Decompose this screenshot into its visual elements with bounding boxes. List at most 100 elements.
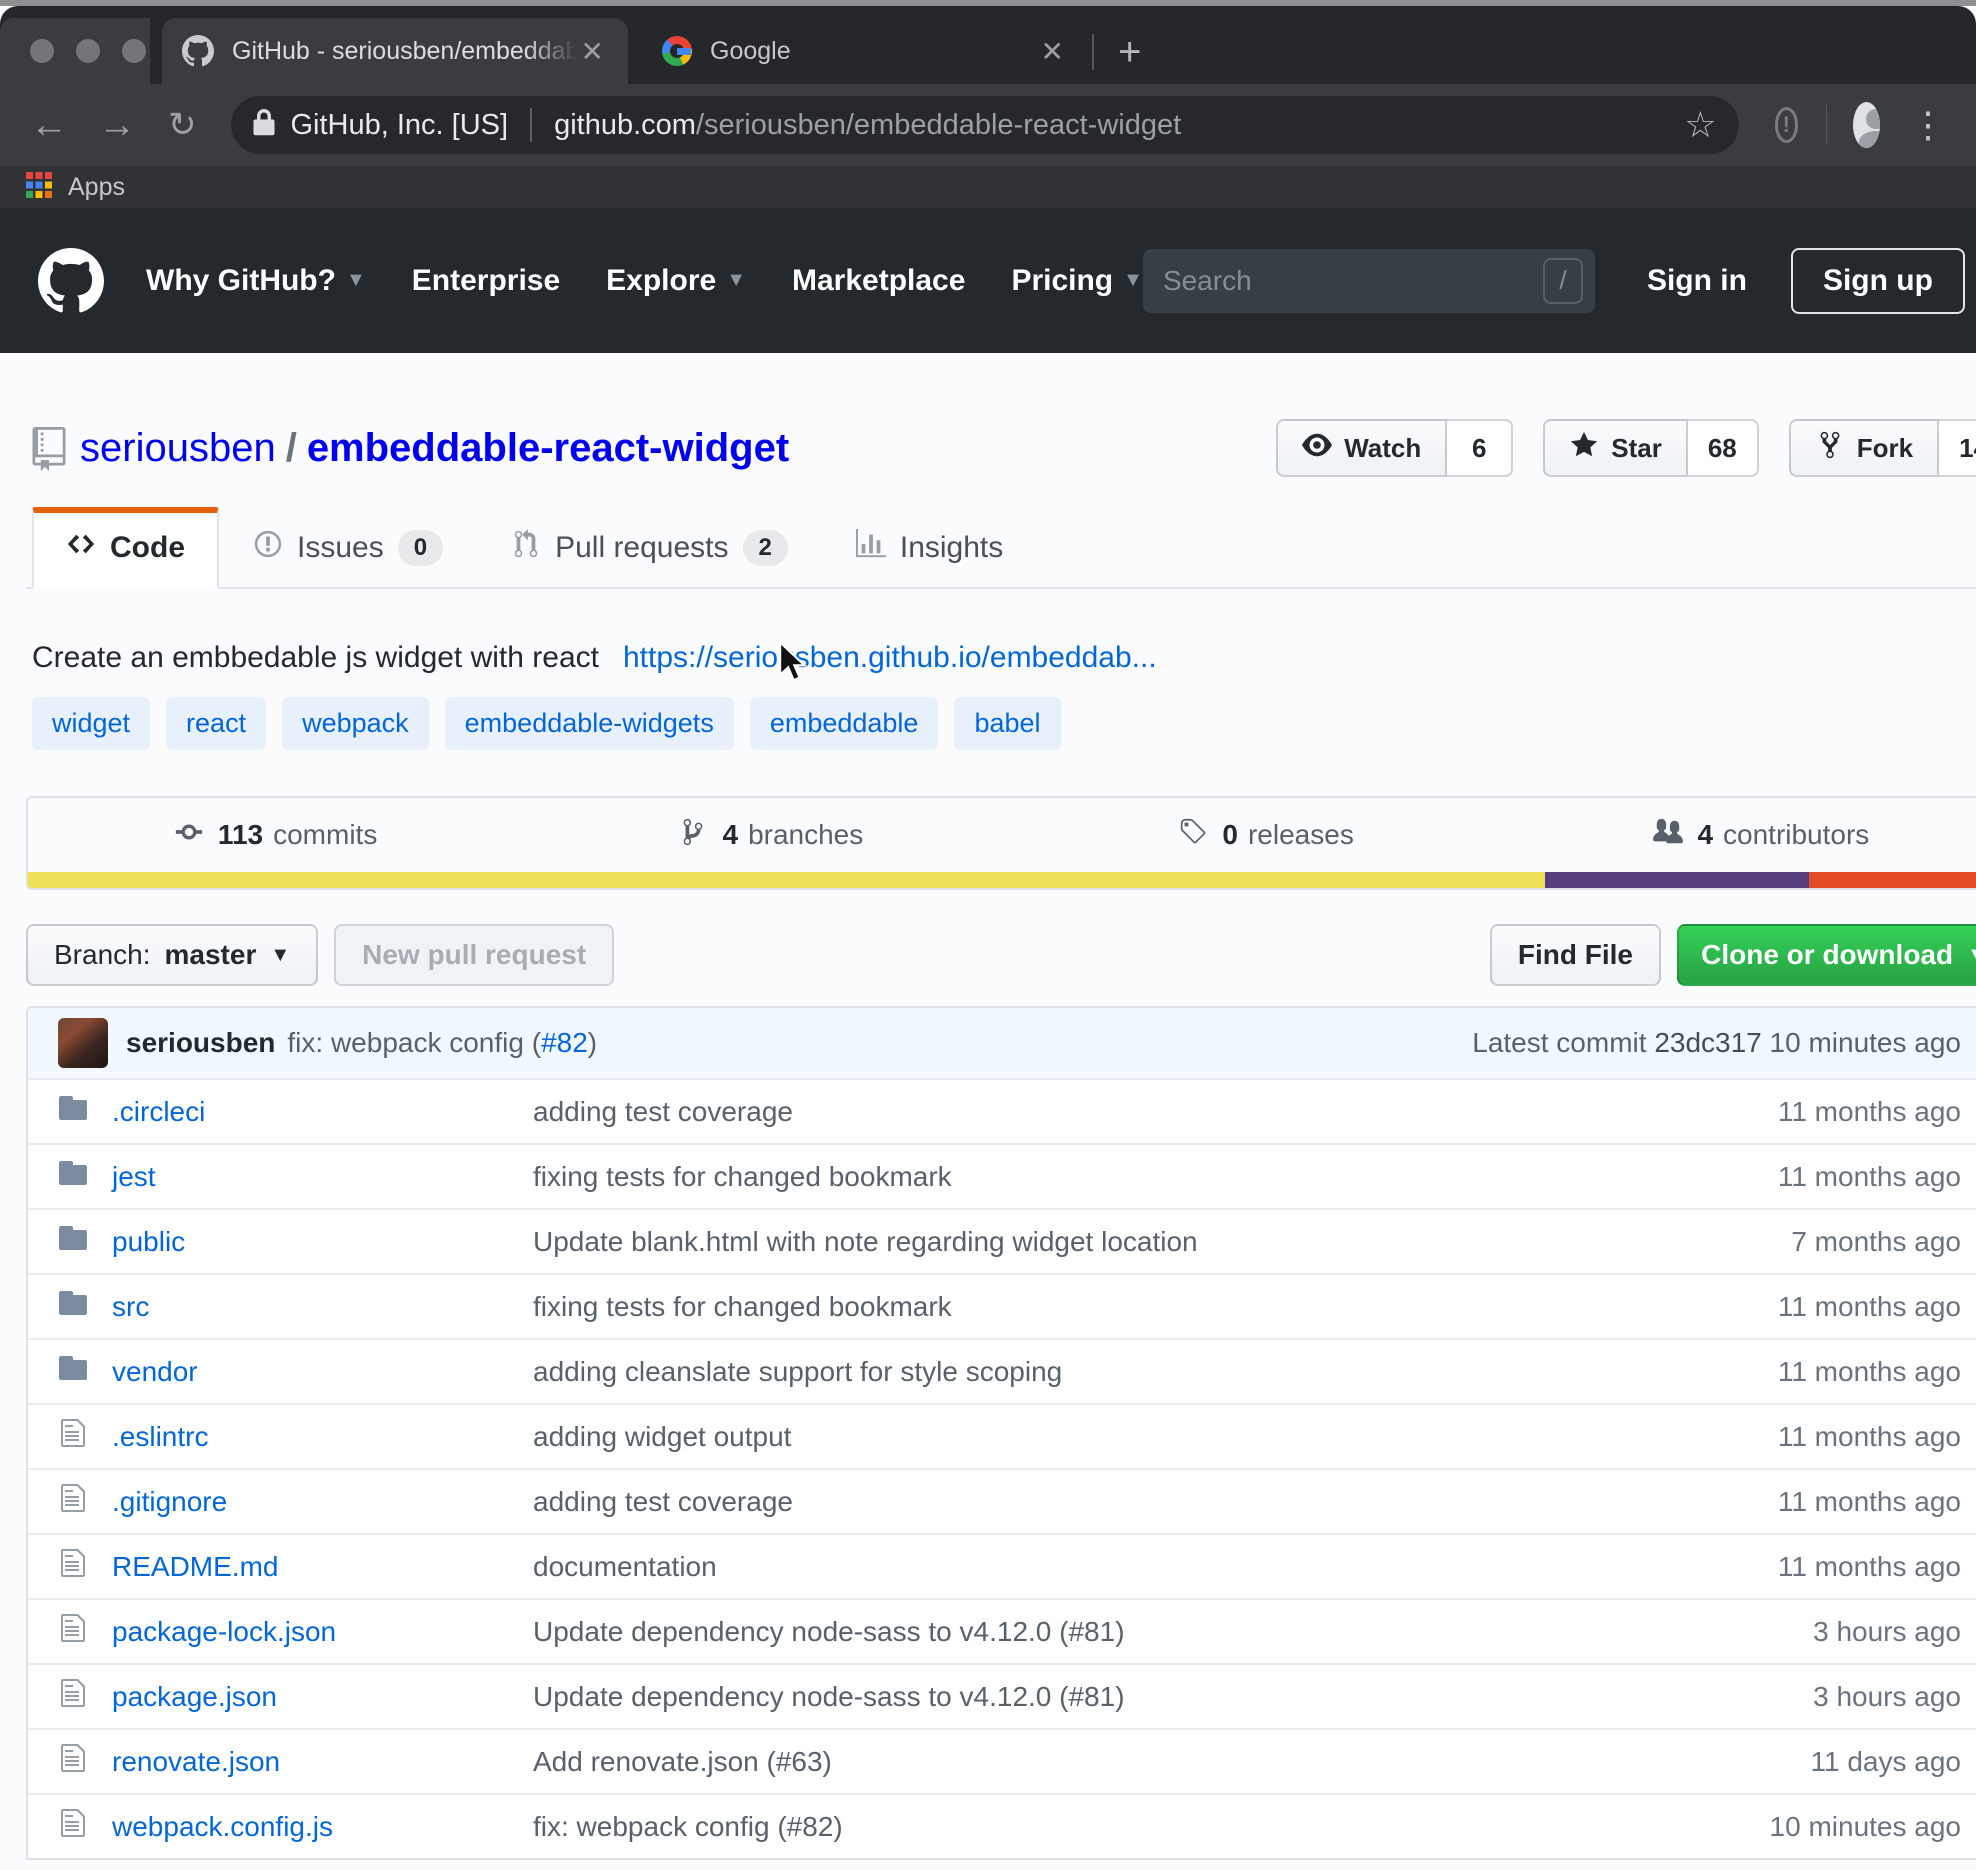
language-bar[interactable] — [28, 872, 1976, 888]
commit-message-link[interactable]: fixing tests for changed bookmark — [533, 1161, 952, 1192]
file-link[interactable]: renovate.json — [112, 1746, 280, 1778]
folder-icon — [58, 1352, 88, 1391]
file-link[interactable]: public — [112, 1226, 185, 1258]
repo-name-link[interactable]: embeddable-react-widget — [307, 426, 789, 470]
tab-pull-requests[interactable]: Pull requests2 — [477, 507, 822, 589]
fork-button[interactable]: Fork — [1789, 419, 1939, 477]
bookmark-star-icon[interactable]: ☆ — [1684, 104, 1716, 146]
window-close-button[interactable] — [30, 39, 54, 63]
stat-branches[interactable]: 4branches — [523, 798, 1018, 872]
commit-message-link[interactable]: adding test coverage — [533, 1486, 793, 1517]
stat-releases[interactable]: 0releases — [1019, 798, 1514, 872]
tab-insights[interactable]: Insights — [822, 507, 1037, 589]
file-link[interactable]: .gitignore — [112, 1486, 227, 1518]
stat-value: 0 — [1222, 819, 1238, 851]
stat-contributors[interactable]: 4contributors — [1514, 798, 1976, 872]
author-avatar[interactable] — [58, 1018, 108, 1068]
back-icon[interactable]: ← — [30, 104, 68, 147]
watch-count[interactable]: 6 — [1447, 419, 1513, 477]
clone-or-download-button[interactable]: Clone or download ▼ — [1677, 924, 1976, 986]
extension-icon[interactable]: ! — [1775, 107, 1799, 143]
tab-title: Google — [710, 37, 1037, 66]
file-link[interactable]: src — [112, 1291, 149, 1323]
new-pull-request-button[interactable]: New pull request — [334, 924, 614, 986]
sign-in-link[interactable]: Sign in — [1647, 264, 1747, 298]
commit-author-link[interactable]: seriousben — [126, 1027, 275, 1059]
topic-babel[interactable]: babel — [954, 697, 1060, 750]
file-link[interactable]: .circleci — [112, 1096, 205, 1128]
commit-message-link[interactable]: adding cleanslate support for style scop… — [533, 1356, 1062, 1387]
url-host: github.com — [554, 109, 696, 142]
forward-icon[interactable]: → — [98, 104, 136, 147]
nav-item-pricing[interactable]: Pricing▼ — [1011, 264, 1143, 298]
topic-webpack[interactable]: webpack — [282, 697, 429, 750]
tab-code[interactable]: Code — [32, 507, 219, 589]
commit-message-link[interactable]: Update dependency node-sass to v4.12.0 (… — [533, 1681, 1125, 1712]
table-row: .gitignoreadding test coverage11 months … — [28, 1468, 1976, 1533]
tab-close-icon[interactable]: ✕ — [1037, 35, 1068, 68]
url-bar[interactable]: GitHub, Inc. [US] github.com/seriousben/… — [231, 96, 1739, 154]
file-link[interactable]: README.md — [112, 1551, 278, 1583]
commit-message-link[interactable]: Update blank.html with note regarding wi… — [533, 1226, 1198, 1257]
commit-message-link[interactable]: Update dependency node-sass to v4.12.0 (… — [533, 1616, 1125, 1647]
pr-link[interactable]: #82 — [541, 1027, 588, 1058]
watch-button[interactable]: Watch — [1276, 419, 1447, 477]
new-tab-button[interactable]: + — [1118, 32, 1141, 72]
star-count[interactable]: 68 — [1688, 419, 1759, 477]
topic-embeddable[interactable]: embeddable — [750, 697, 939, 750]
commit-sha-link[interactable]: 23dc317 — [1654, 1027, 1761, 1058]
star-button[interactable]: Star — [1543, 419, 1688, 477]
sign-up-button[interactable]: Sign up — [1791, 248, 1965, 314]
tab-close-icon[interactable]: ✕ — [577, 35, 608, 68]
fork-count[interactable]: 14 — [1939, 419, 1976, 477]
repo-action-watch: Watch6 — [1276, 419, 1513, 477]
browser-tab-github[interactable]: GitHub - seriousben/embeddab ✕ — [162, 18, 628, 84]
commit-message-link[interactable]: fix: webpack config (#82) — [533, 1811, 843, 1842]
reload-icon[interactable]: ↻ — [168, 105, 197, 145]
browser-tab-google[interactable]: Google ✕ — [642, 18, 1088, 84]
topic-embeddable-widgets[interactable]: embeddable-widgets — [445, 697, 734, 750]
file-link[interactable]: vendor — [112, 1356, 198, 1388]
nav-item-enterprise[interactable]: Enterprise — [412, 264, 560, 298]
branch-select-button[interactable]: Branch: master ▼ — [26, 924, 318, 986]
topic-widget[interactable]: widget — [32, 697, 150, 750]
tab-count-badge: 0 — [398, 530, 443, 566]
find-file-button[interactable]: Find File — [1490, 924, 1661, 986]
topic-react[interactable]: react — [166, 697, 266, 750]
window-zoom-button[interactable] — [122, 39, 146, 63]
commit-message-link[interactable]: documentation — [533, 1551, 717, 1582]
commit-message-link[interactable]: Add renovate.json (#63) — [533, 1746, 832, 1777]
tab-issues[interactable]: Issues0 — [219, 507, 477, 589]
commit-message-link[interactable]: adding test coverage — [533, 1096, 793, 1127]
search-input[interactable] — [1163, 265, 1543, 297]
browser-profile-avatar[interactable] — [1853, 102, 1880, 148]
repo-owner-link[interactable]: seriousben — [80, 426, 276, 470]
tab-count-badge: 2 — [743, 530, 788, 566]
github-logo-icon[interactable] — [38, 248, 104, 314]
tab-divider — [1092, 34, 1094, 70]
file-link[interactable]: .eslintrc — [112, 1421, 208, 1453]
people-icon — [1653, 817, 1687, 854]
stat-commits[interactable]: 113commits — [28, 798, 523, 872]
url-security-label: GitHub, Inc. [US] — [291, 109, 509, 142]
window-minimize-button[interactable] — [76, 39, 100, 63]
commit-message-link[interactable]: fixing tests for changed bookmark — [533, 1291, 952, 1322]
apps-grid-icon[interactable] — [26, 172, 52, 203]
github-favicon — [182, 35, 214, 67]
stat-value: 113 — [218, 819, 263, 851]
file-link[interactable]: jest — [112, 1161, 156, 1193]
stat-label: branches — [748, 819, 863, 851]
browser-menu-icon[interactable]: ⋮ — [1910, 104, 1948, 146]
apps-bookmark-label[interactable]: Apps — [68, 173, 125, 202]
github-search-box[interactable]: / — [1143, 249, 1595, 313]
repo-website-link[interactable]: https://seriousben.github.io/embeddab... — [623, 641, 1157, 675]
file-link[interactable]: webpack.config.js — [112, 1811, 333, 1843]
file-name-cell: .eslintrc — [28, 1417, 533, 1456]
nav-item-marketplace[interactable]: Marketplace — [792, 264, 965, 298]
bookmarks-bar: Apps — [0, 166, 1976, 208]
file-link[interactable]: package-lock.json — [112, 1616, 336, 1648]
commit-message-link[interactable]: adding widget output — [533, 1421, 791, 1452]
nav-item-explore[interactable]: Explore▼ — [606, 264, 746, 298]
file-link[interactable]: package.json — [112, 1681, 277, 1713]
nav-item-why-github-[interactable]: Why GitHub?▼ — [146, 264, 366, 298]
